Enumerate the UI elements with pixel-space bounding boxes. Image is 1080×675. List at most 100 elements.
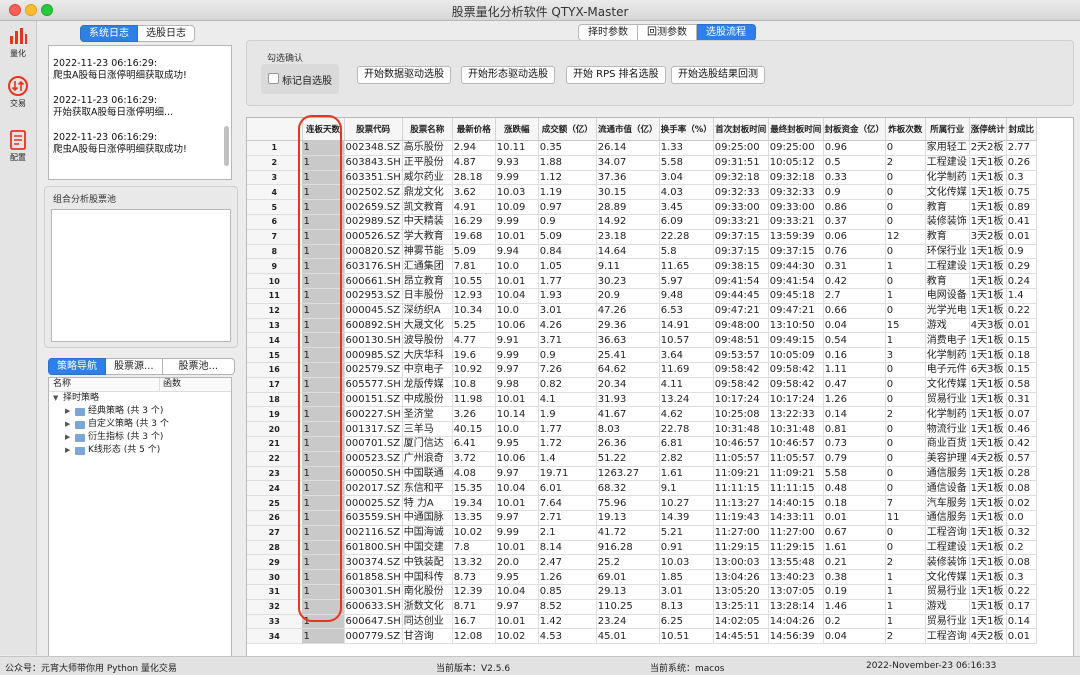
row-number[interactable]: 18 bbox=[247, 392, 303, 408]
table-cell[interactable]: 1 bbox=[885, 614, 926, 630]
tab-system-log[interactable]: 系统日志 bbox=[80, 25, 138, 42]
table-cell[interactable]: 特 力A bbox=[402, 495, 453, 511]
table-cell[interactable]: 0.85 bbox=[538, 584, 597, 600]
table-cell[interactable]: 600661.SH bbox=[344, 273, 403, 289]
log-panel[interactable]: 2022-11-23 06:16:29: 爬虫A股每日涨停明细获取成功! 202… bbox=[48, 45, 232, 180]
table-cell[interactable]: 13.32 bbox=[452, 554, 496, 571]
table-cell[interactable]: 1 bbox=[885, 599, 926, 615]
column-header[interactable]: 股票代码 bbox=[344, 118, 403, 141]
table-cell[interactable]: 0.96 bbox=[823, 140, 886, 156]
table-cell[interactable]: 14:45:51 bbox=[713, 628, 769, 645]
backtest-results-button[interactable]: 开始选股结果回测 bbox=[671, 66, 765, 84]
table-cell[interactable]: 0.2 bbox=[823, 614, 886, 630]
table-cell[interactable]: 15.35 bbox=[452, 480, 496, 497]
table-cell[interactable]: 0.42 bbox=[1006, 436, 1037, 452]
rail-item-trade[interactable]: 交易 bbox=[0, 75, 36, 109]
table-cell[interactable]: 0.07 bbox=[1006, 406, 1037, 423]
table-row[interactable]: 25 1 000025.SZ 特 力A 19.34 10.01 7.64 75.96 10.27… bbox=[247, 495, 1037, 511]
table-cell[interactable]: 0.81 bbox=[823, 421, 886, 437]
table-cell[interactable]: 20.9 bbox=[596, 288, 660, 304]
table-cell[interactable]: 1.19 bbox=[538, 184, 597, 201]
table-cell[interactable]: 9.91 bbox=[495, 332, 539, 349]
table-cell[interactable]: 0.31 bbox=[823, 258, 886, 275]
table-cell[interactable]: 1 bbox=[302, 495, 345, 511]
table-cell[interactable]: 26.14 bbox=[596, 140, 660, 156]
table-cell[interactable]: 1 bbox=[302, 244, 345, 260]
table-cell[interactable]: 10:17:24 bbox=[768, 392, 824, 408]
table-cell[interactable]: 中国海诚 bbox=[402, 525, 453, 541]
table-cell[interactable]: 13:25:11 bbox=[713, 599, 769, 615]
table-cell[interactable]: 600647.SH bbox=[344, 614, 403, 630]
table-cell[interactable]: 0.29 bbox=[1006, 258, 1037, 275]
table-cell[interactable]: 1.33 bbox=[659, 140, 714, 156]
table-cell[interactable]: 厦门信达 bbox=[402, 436, 453, 452]
table-cell[interactable]: 5.58 bbox=[659, 155, 714, 171]
table-cell[interactable]: 6.53 bbox=[659, 303, 714, 319]
table-cell[interactable]: 2天2板 bbox=[969, 140, 1007, 156]
table-cell[interactable]: 10.27 bbox=[659, 495, 714, 511]
row-number[interactable]: 20 bbox=[247, 421, 303, 437]
table-cell[interactable]: 0.97 bbox=[538, 199, 597, 215]
results-table[interactable]: 连板天数 股票代码 股票名称 最新价格 涨跌幅 成交额（亿） 流通市值（亿） 换… bbox=[246, 117, 1074, 657]
tree-item[interactable]: ▶ 自定义策略 (共 3 个 bbox=[49, 418, 231, 431]
tab-timing-params[interactable]: 择时参数 bbox=[578, 24, 638, 41]
table-cell[interactable]: 30.15 bbox=[596, 184, 660, 201]
table-cell[interactable]: 0.16 bbox=[823, 347, 886, 363]
row-number[interactable]: 34 bbox=[247, 628, 303, 645]
row-number[interactable]: 16 bbox=[247, 362, 303, 378]
table-cell[interactable]: 4.03 bbox=[659, 184, 714, 201]
table-cell[interactable]: 10.04 bbox=[495, 480, 539, 497]
table-cell[interactable]: 22.28 bbox=[659, 229, 714, 245]
table-cell[interactable]: 10:05:09 bbox=[768, 347, 824, 363]
table-cell[interactable]: 11 bbox=[885, 510, 926, 526]
table-cell[interactable]: 7.8 bbox=[452, 540, 496, 556]
table-cell[interactable]: 汽车服务 bbox=[925, 495, 970, 511]
table-cell[interactable]: 6.41 bbox=[452, 436, 496, 452]
row-number[interactable]: 14 bbox=[247, 332, 303, 349]
table-cell[interactable]: 12.93 bbox=[452, 288, 496, 304]
row-number[interactable]: 17 bbox=[247, 377, 303, 393]
rail-item-quant[interactable]: 量化 bbox=[0, 25, 36, 59]
tab-backtest-params[interactable]: 回测参数 bbox=[638, 24, 697, 41]
table-cell[interactable]: 45.01 bbox=[596, 628, 660, 645]
table-cell[interactable]: 000523.SZ bbox=[344, 451, 403, 467]
table-cell[interactable]: 10.0 bbox=[495, 421, 539, 437]
table-cell[interactable]: 2.77 bbox=[1006, 140, 1037, 156]
table-cell[interactable]: 1 bbox=[302, 199, 345, 215]
column-header[interactable]: 成交额（亿） bbox=[538, 118, 597, 141]
table-cell[interactable]: 1 bbox=[302, 614, 345, 630]
row-number[interactable]: 13 bbox=[247, 318, 303, 334]
table-cell[interactable]: 0.5 bbox=[823, 155, 886, 171]
table-cell[interactable]: 0.08 bbox=[1006, 554, 1037, 571]
table-cell[interactable]: 9.99 bbox=[495, 347, 539, 363]
table-row[interactable]: 11 1 002953.SZ 日丰股份 12.93 10.04 1.93 20.9 9.48 09… bbox=[247, 288, 1037, 304]
table-cell[interactable]: 0.91 bbox=[659, 540, 714, 556]
table-cell[interactable]: 1 bbox=[885, 569, 926, 585]
table-cell[interactable]: 0.57 bbox=[1006, 451, 1037, 467]
table-cell[interactable]: 10:05:12 bbox=[768, 155, 824, 171]
table-cell[interactable]: 0.3 bbox=[1006, 569, 1037, 585]
table-cell[interactable]: 3.04 bbox=[659, 170, 714, 186]
table-cell[interactable]: 3.64 bbox=[659, 347, 714, 363]
table-cell[interactable]: 5.97 bbox=[659, 273, 714, 289]
table-cell[interactable]: 1.46 bbox=[823, 599, 886, 615]
table-cell[interactable]: 12 bbox=[885, 229, 926, 245]
row-number[interactable]: 6 bbox=[247, 214, 303, 230]
table-cell[interactable]: 11:09:21 bbox=[713, 466, 769, 482]
table-cell[interactable]: 9.97 bbox=[495, 466, 539, 482]
row-number[interactable]: 19 bbox=[247, 406, 303, 423]
table-cell[interactable]: 0 bbox=[885, 199, 926, 215]
table-cell[interactable]: 001317.SZ bbox=[344, 421, 403, 437]
row-number[interactable]: 30 bbox=[247, 569, 303, 585]
table-cell[interactable]: 教育 bbox=[925, 229, 970, 245]
table-cell[interactable]: 09:44:45 bbox=[713, 288, 769, 304]
table-cell[interactable]: 3 bbox=[885, 347, 926, 363]
table-cell[interactable]: 0.41 bbox=[1006, 214, 1037, 230]
table-cell[interactable]: 09:32:33 bbox=[713, 184, 769, 201]
table-cell[interactable]: 13:59:39 bbox=[768, 229, 824, 245]
table-cell[interactable]: 大晟文化 bbox=[402, 318, 453, 334]
table-cell[interactable]: 11:11:15 bbox=[768, 480, 824, 497]
table-cell[interactable]: 10.0 bbox=[495, 303, 539, 319]
table-cell[interactable]: 1.61 bbox=[659, 466, 714, 482]
table-cell[interactable]: 09:53:57 bbox=[713, 347, 769, 363]
